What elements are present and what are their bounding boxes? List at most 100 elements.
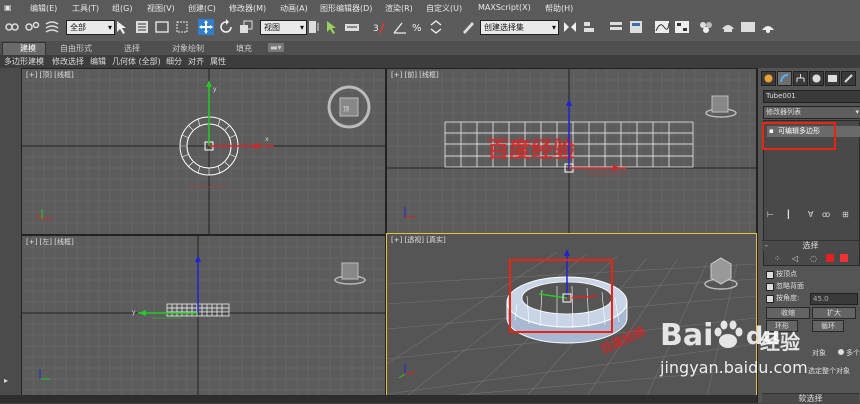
angle-value-input[interactable]: 45.0	[810, 293, 858, 305]
show-end-result-icon[interactable]: ┃	[786, 210, 791, 219]
configure-sets-icon[interactable]: ⊞	[842, 210, 849, 219]
menu-group[interactable]: 组(G)	[112, 3, 132, 14]
menu-tools[interactable]: 工具(T)	[72, 3, 99, 14]
baidu-watermark-jingyan: 经验	[760, 330, 800, 354]
layer-manager-icon[interactable]	[608, 19, 624, 35]
rotate-icon[interactable]	[218, 19, 234, 35]
grow-button[interactable]: 扩大	[812, 307, 856, 319]
border-icon[interactable]: ◌	[810, 254, 817, 263]
viewport-left-grid: y	[22, 236, 385, 396]
menu-create[interactable]: 创建(C)	[188, 3, 216, 14]
link-icon[interactable]	[4, 19, 20, 35]
by-vertex-checkbox[interactable]	[766, 271, 774, 279]
loop-button[interactable]: 循环	[812, 320, 844, 332]
tab-selection[interactable]: 选择	[124, 43, 140, 54]
snap-3d-icon[interactable]: 3	[372, 19, 388, 35]
hierarchy-tab-icon[interactable]	[793, 71, 808, 86]
ribbon-options-icon[interactable]: ▬▾	[268, 43, 284, 52]
menu-customize[interactable]: 自定义(U)	[426, 3, 462, 14]
menu-view[interactable]: 视图(V)	[147, 3, 175, 14]
viewport-top-label[interactable]: [+] [顶] [线框]	[26, 70, 74, 80]
named-selection-set-field[interactable]: 创建选择集 ▾	[480, 20, 559, 35]
object-name-field[interactable]: Tube001	[763, 90, 860, 103]
multiple-radio[interactable]	[838, 349, 844, 355]
window-crossing-icon[interactable]	[174, 19, 190, 35]
app-menu-icon[interactable]: ▣	[4, 3, 12, 12]
select-manipulate-icon[interactable]	[324, 19, 340, 35]
viewport-side-strip	[0, 68, 21, 395]
menu-maxscript[interactable]: MAXScript(X)	[478, 3, 531, 12]
display-tab-icon[interactable]	[825, 71, 840, 86]
viewport-left[interactable]: y [+] [左] [线框]	[21, 235, 386, 397]
soft-selection-rollout-header[interactable]: 软选择	[762, 393, 859, 404]
bind-space-warp-icon[interactable]	[44, 19, 60, 35]
menu-edit[interactable]: 编辑(E)	[30, 3, 57, 14]
viewport-top-grid: y x 顶	[22, 69, 385, 234]
percent-snap-icon[interactable]: %	[410, 19, 426, 35]
curve-editor-icon[interactable]	[654, 19, 670, 35]
rect-selection-icon[interactable]	[154, 19, 170, 35]
modify-tab-icon[interactable]	[777, 71, 792, 86]
material-editor-icon[interactable]	[698, 19, 714, 35]
pin-stack-icon[interactable]: ⊢	[767, 210, 774, 219]
panel-properties[interactable]: 属性	[210, 56, 226, 67]
viewport-front-label[interactable]: [+] [前] [线框]	[391, 70, 439, 80]
rendered-frame-icon[interactable]	[740, 19, 756, 35]
menu-graph-editors[interactable]: 图形编辑器(D)	[320, 3, 372, 14]
scale-icon[interactable]	[238, 19, 254, 35]
element-icon[interactable]	[840, 254, 848, 262]
edge-icon[interactable]: ◁	[792, 254, 798, 263]
menu-animation[interactable]: 动画(A)	[280, 3, 308, 14]
expand-arrow-icon[interactable]: ▸	[4, 376, 14, 386]
panel-edit[interactable]: 编辑	[90, 56, 106, 67]
remove-modifier-icon[interactable]: ꝏ	[822, 210, 830, 219]
viewport-left-label[interactable]: [+] [左] [线框]	[26, 237, 74, 247]
menu-modifiers[interactable]: 修改器(M)	[229, 3, 266, 14]
vertex-icon[interactable]: ⁘	[774, 254, 781, 263]
selection-filter-dropdown[interactable]: 全部 ▾	[66, 20, 115, 35]
select-object-icon[interactable]	[114, 19, 130, 35]
viewport-top[interactable]: y x 顶 [+] [顶] [线框]	[21, 68, 386, 235]
modifier-list-dropdown[interactable]: 修改器列表 ▾	[763, 106, 860, 119]
panel-align[interactable]: 对齐	[188, 56, 204, 67]
schematic-view-icon[interactable]	[674, 19, 690, 35]
viewport-front[interactable]: 百度经验 [+] [前] [线框]	[386, 68, 757, 235]
render-production-icon[interactable]	[760, 19, 776, 35]
motion-tab-icon[interactable]	[809, 71, 824, 86]
panel-polygon-modeling[interactable]: 多边形建模	[4, 56, 44, 67]
render-setup-icon[interactable]	[720, 19, 736, 35]
svg-text:3: 3	[373, 24, 379, 34]
make-unique-icon[interactable]: ∀	[808, 210, 813, 219]
edit-named-selection-icon[interactable]	[460, 19, 476, 35]
menu-bar: ▣ 编辑(E) 工具(T) 组(G) 视图(V) 创建(C) 修改器(M) 动画…	[0, 0, 860, 17]
toggle-ribbon-icon[interactable]	[628, 19, 644, 35]
spinner-snap-icon[interactable]	[428, 19, 444, 35]
panel-subdivision[interactable]: 细分	[166, 56, 182, 67]
unlink-icon[interactable]	[24, 19, 40, 35]
select-by-name-icon[interactable]	[134, 19, 150, 35]
menu-rendering[interactable]: 渲染(R)	[385, 3, 413, 14]
viewport-perspective-label[interactable]: [+] [透视] [真实]	[391, 235, 446, 245]
utilities-tab-icon[interactable]	[841, 71, 856, 86]
polygon-icon[interactable]	[826, 254, 834, 262]
pivot-center-icon[interactable]	[306, 19, 322, 35]
selection-rollout-header[interactable]: - 选择	[762, 240, 859, 251]
create-tab-icon[interactable]	[761, 71, 776, 86]
ribbon-panel-bar: 多边形建模 修改选择 编辑 几何体 (全部) 细分 对齐 属性	[0, 55, 860, 68]
move-icon[interactable]	[198, 19, 214, 35]
tab-populate[interactable]: 填充	[236, 43, 252, 54]
menu-help[interactable]: 帮助(H)	[545, 3, 573, 14]
by-angle-label: 按角度:	[776, 294, 800, 302]
tab-freeform[interactable]: 自由形式	[60, 43, 92, 54]
by-vertex-label: 按顶点	[776, 270, 797, 278]
keyboard-shortcut-icon[interactable]	[344, 19, 360, 35]
tab-object-paint[interactable]: 对象绘制	[172, 43, 204, 54]
align-icon[interactable]	[582, 19, 598, 35]
reference-coord-dropdown[interactable]: 视图 ▾	[260, 20, 307, 35]
by-angle-checkbox[interactable]	[766, 295, 774, 303]
ignore-backfacing-checkbox[interactable]	[766, 283, 774, 291]
panel-modify-selection[interactable]: 修改选择	[52, 56, 84, 67]
panel-geometry-all[interactable]: 几何体 (全部)	[112, 56, 161, 67]
angle-snap-icon[interactable]	[392, 19, 408, 35]
mirror-icon[interactable]	[562, 19, 578, 35]
